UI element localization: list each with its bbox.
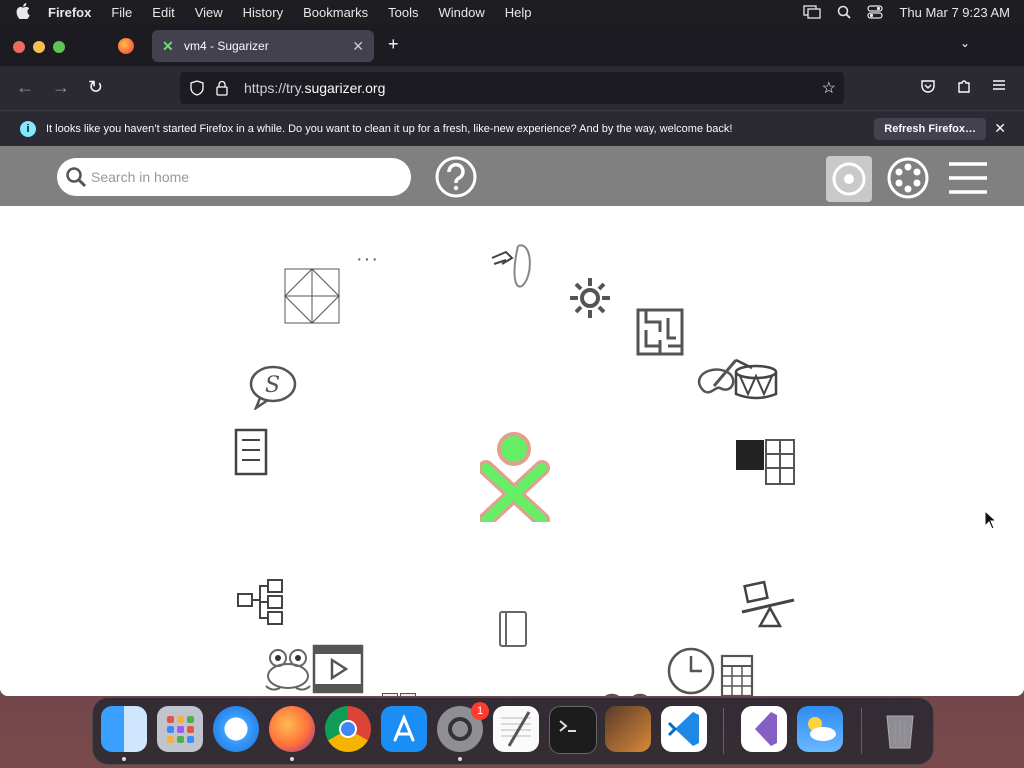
tab-sugarizer[interactable]: ✕ vm4 - Sugarizer ✕ <box>152 30 374 62</box>
screen-mirroring-icon[interactable] <box>803 5 822 19</box>
terminal-icon[interactable] <box>549 706 597 754</box>
chrome-icon[interactable] <box>325 706 371 752</box>
vscode-icon[interactable] <box>661 706 707 752</box>
menu-help[interactable]: Help <box>505 5 532 20</box>
back-arrow-icon[interactable]: ← <box>16 78 34 96</box>
visual-studio-icon[interactable] <box>741 706 787 752</box>
search-placeholder: Search in home <box>91 169 190 185</box>
list-all-tabs-icon[interactable]: ⌄ <box>960 36 970 50</box>
firefox-icon[interactable] <box>269 706 315 752</box>
safari-icon[interactable] <box>213 706 259 752</box>
weather-icon[interactable] <box>797 706 843 752</box>
notebook-icon[interactable] <box>496 610 530 653</box>
app-store-icon[interactable] <box>381 706 427 752</box>
close-tab-icon[interactable]: ✕ <box>352 38 364 55</box>
physics-activity-icon[interactable] <box>740 578 796 635</box>
zoom-window-button[interactable] <box>53 41 65 53</box>
spotlight-search-icon[interactable] <box>837 5 852 19</box>
notification-text: It looks like you haven’t started Firefo… <box>46 123 733 135</box>
pocket-icon[interactable] <box>920 78 936 99</box>
bookmark-star-icon[interactable]: ☆ <box>822 78 836 98</box>
home-view-button[interactable] <box>826 156 872 202</box>
mouse-pointer-icon <box>984 509 998 535</box>
grid-activity-icon[interactable] <box>734 438 796 491</box>
notification-badge: 1 <box>471 702 489 720</box>
mindmap-activity-icon[interactable] <box>236 578 286 633</box>
tracking-protection-shield-icon[interactable] <box>190 80 204 99</box>
maze-activity-icon[interactable] <box>636 308 684 361</box>
eyes-activity-icon[interactable] <box>600 692 654 696</box>
system-preferences-icon[interactable]: 1 <box>437 702 489 752</box>
apple-menu-icon[interactable] <box>16 2 34 22</box>
menu-bookmarks[interactable]: Bookmarks <box>303 5 368 20</box>
macos-dock: 1 <box>92 697 934 765</box>
dock-separator <box>723 708 724 754</box>
menu-window[interactable]: Window <box>439 5 485 20</box>
finder-icon[interactable] <box>101 706 147 752</box>
url-text: https://try.sugarizer.org <box>244 80 386 96</box>
close-notification-icon[interactable]: ✕ <box>994 120 1006 137</box>
info-icon: i <box>20 121 36 137</box>
menu-edit[interactable]: Edit <box>152 5 174 20</box>
search-input[interactable]: Search in home <box>57 158 411 196</box>
trash-icon[interactable] <box>877 706 923 752</box>
textedit-icon[interactable] <box>493 706 539 752</box>
video-activity-icon[interactable] <box>312 644 364 696</box>
firefox-window: ✕ vm4 - Sugarizer ✕ + ⌄ ← → ↻ https://tr… <box>0 24 1024 696</box>
svg-text:S: S <box>265 373 280 398</box>
list-view-icon[interactable] <box>946 158 990 203</box>
xo-buddy-icon[interactable] <box>478 432 550 528</box>
search-icon <box>65 166 87 191</box>
refresh-firefox-button[interactable]: Refresh Firefox… <box>874 118 986 140</box>
macos-menu-bar: Firefox File Edit View History Bookmarks… <box>0 0 1024 24</box>
menu-file[interactable]: File <box>111 5 132 20</box>
clock-activity-icon[interactable] <box>666 646 716 696</box>
settings-gear-icon[interactable] <box>568 276 612 325</box>
menu-tools[interactable]: Tools <box>388 5 418 20</box>
navigation-bar: ← → ↻ https://try.sugarizer.org ☆ <box>0 66 1024 110</box>
finder-running-indicator <box>122 757 126 761</box>
journal-stack-icon[interactable] <box>234 428 274 485</box>
drum-activity-icon[interactable] <box>732 356 780 409</box>
control-center-icon[interactable] <box>867 5 884 19</box>
menu-app-name[interactable]: Firefox <box>48 5 91 20</box>
tab-title: vm4 - Sugarizer <box>184 39 269 53</box>
notification-bar: i It looks like you haven’t started Fire… <box>0 110 1024 147</box>
more-activities-icon[interactable]: ··· <box>356 248 379 271</box>
abecedarium-activity-icon[interactable]: AB <box>382 693 418 696</box>
menu-view[interactable]: View <box>195 5 223 20</box>
tab-bar: ✕ vm4 - Sugarizer ✕ + ⌄ <box>0 24 1024 66</box>
lock-icon[interactable] <box>216 80 228 99</box>
extensions-icon[interactable] <box>956 78 972 99</box>
frog-activity-icon[interactable] <box>262 646 316 696</box>
forward-arrow-icon[interactable]: → <box>52 78 70 96</box>
minimize-window-button[interactable] <box>33 41 45 53</box>
launchpad-icon[interactable] <box>157 706 203 752</box>
firefox-running-indicator <box>290 757 294 761</box>
reload-icon[interactable]: ↻ <box>88 78 103 96</box>
chat-activity-icon[interactable]: S <box>248 364 298 415</box>
firefox-view-icon[interactable] <box>118 38 134 54</box>
write-activity-icon[interactable] <box>488 238 542 297</box>
menubar-clock[interactable]: Thu Mar 7 9:23 AM <box>899 5 1010 20</box>
calculator-activity-icon[interactable] <box>720 654 754 696</box>
sugarizer-toolbar: Search in home <box>0 146 1024 206</box>
garageband-icon[interactable] <box>605 706 651 752</box>
home-view: ··· S <box>0 206 1024 696</box>
system-preferences-running-indicator <box>458 757 462 761</box>
neighborhood-view-icon[interactable] <box>886 156 930 205</box>
menu-history[interactable]: History <box>243 5 283 20</box>
help-icon[interactable] <box>435 156 477 203</box>
dock-separator-trash <box>861 708 862 754</box>
url-bar[interactable]: https://try.sugarizer.org ☆ <box>180 72 844 104</box>
new-tab-button[interactable]: + <box>388 34 399 55</box>
close-window-button[interactable] <box>13 41 25 53</box>
tangram-activity-icon[interactable] <box>284 268 340 329</box>
app-menu-icon[interactable] <box>992 78 1006 97</box>
sugarizer-favicon-icon: ✕ <box>162 38 174 54</box>
